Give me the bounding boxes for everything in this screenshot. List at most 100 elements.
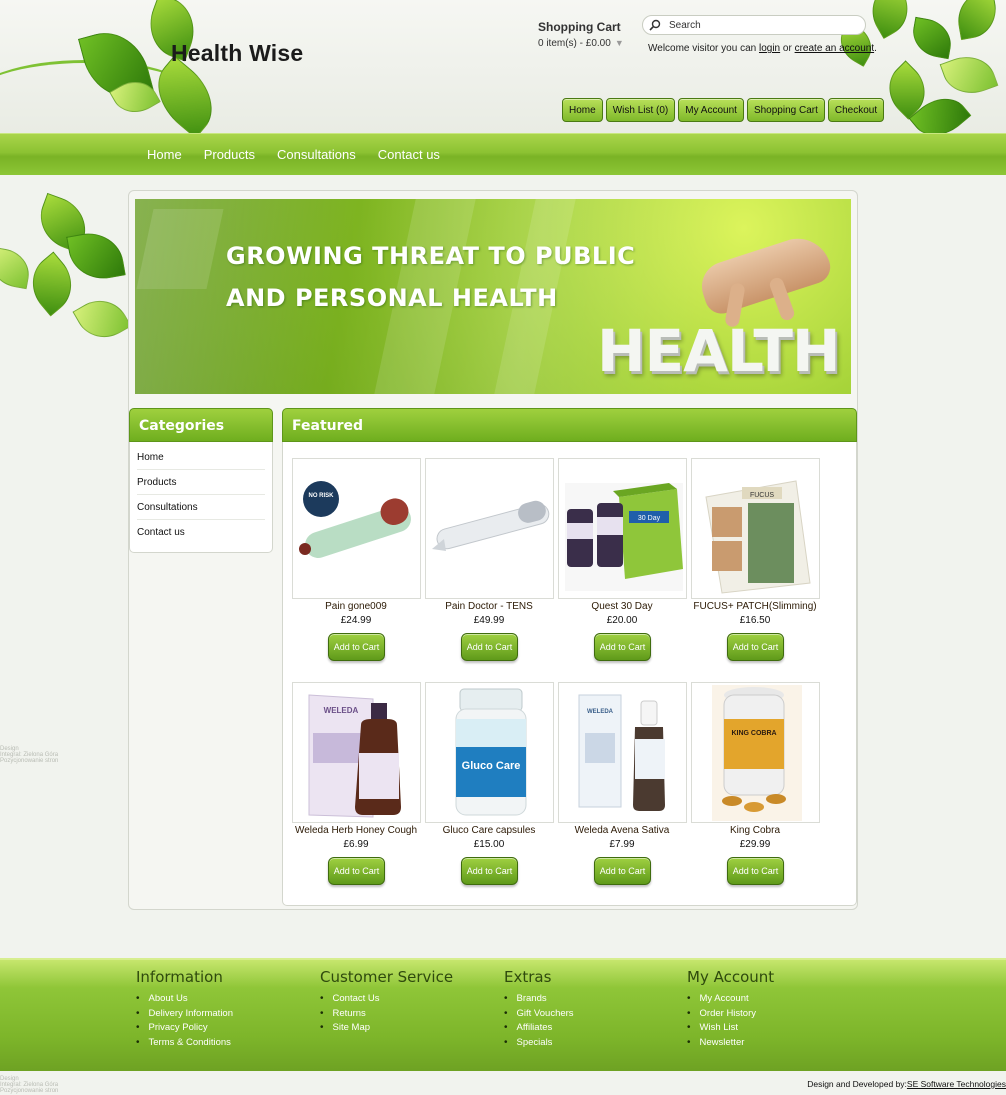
footer-link-delivery-information[interactable]: Delivery Information xyxy=(136,1007,233,1022)
product-image-text: WELEDA xyxy=(324,706,359,715)
login-link[interactable]: login xyxy=(759,43,780,54)
footer-link-site-map[interactable]: Site Map xyxy=(320,1021,453,1036)
logo[interactable]: Health Wise xyxy=(171,40,303,67)
nav-item-products[interactable]: Products xyxy=(204,147,255,162)
footer-link-newsletter[interactable]: Newsletter xyxy=(687,1036,774,1051)
product-price: £6.99 xyxy=(343,839,369,850)
product-name[interactable]: Weleda Herb Honey Cough xyxy=(289,825,423,836)
design-note-line: Pozycjonowanie stron xyxy=(0,758,59,764)
product-image-text: KING COBRA xyxy=(731,730,776,737)
footer-link-terms-conditions[interactable]: Terms & Conditions xyxy=(136,1036,233,1051)
site-header: Health Wise Shopping Cart 0 item(s) - £0… xyxy=(0,0,1006,133)
nav-item-contact-us[interactable]: Contact us xyxy=(378,147,440,162)
product-price: £29.99 xyxy=(739,839,771,850)
footer-link-privacy-policy[interactable]: Privacy Policy xyxy=(136,1021,233,1036)
product-image[interactable]: FUCUS xyxy=(691,458,820,599)
add-to-cart-button[interactable]: Add to Cart xyxy=(461,633,518,661)
add-to-cart-button[interactable]: Add to Cart xyxy=(328,633,385,661)
banner-line-1: GROWING THREAT TO PUBLIC xyxy=(226,242,636,270)
product-name[interactable]: Gluco Care capsules xyxy=(422,825,556,836)
create-account-link[interactable]: create an account xyxy=(795,43,875,54)
cart-summary-text: 0 item(s) - £0.00 xyxy=(538,38,611,49)
footer-link-specials[interactable]: Specials xyxy=(504,1036,574,1051)
hero-banner[interactable]: GROWING THREAT TO PUBLIC AND PERSONAL HE… xyxy=(135,199,851,394)
category-item-products[interactable]: Products xyxy=(137,470,265,495)
leaf-decoration xyxy=(909,16,955,60)
product-name[interactable]: FUCUS+ PATCH(Slimming) xyxy=(688,601,822,612)
top-link-shopping-cart[interactable]: Shopping Cart xyxy=(746,98,825,122)
footer-link-contact-us[interactable]: Contact Us xyxy=(320,992,453,1007)
leaf-decoration xyxy=(72,289,132,349)
cart-summary[interactable]: 0 item(s) - £0.00 ▼ xyxy=(538,38,624,49)
product-name[interactable]: Weleda Avena Sativa xyxy=(555,825,689,836)
add-to-cart-button[interactable]: Add to Cart xyxy=(461,857,518,885)
banner-headline: GROWING THREAT TO PUBLIC AND PERSONAL HE… xyxy=(226,235,646,319)
footer-column-information: Information About Us Delivery Informatio… xyxy=(136,968,233,1050)
top-link-home[interactable]: Home xyxy=(562,98,603,122)
footer-link-brands[interactable]: Brands xyxy=(504,992,574,1007)
product-image[interactable]: WELEDA xyxy=(292,682,421,823)
category-item-contact-us[interactable]: Contact us xyxy=(137,520,265,545)
footer-heading: Information xyxy=(136,968,223,986)
product-name[interactable]: Pain gone009 xyxy=(289,601,423,612)
product-name[interactable]: King Cobra xyxy=(688,825,822,836)
product-name[interactable]: Quest 30 Day xyxy=(555,601,689,612)
chevron-down-icon: ▼ xyxy=(614,38,624,48)
categories-list: Home Products Consultations Contact us xyxy=(137,445,265,545)
footer-heading: My Account xyxy=(687,968,775,986)
cart-title[interactable]: Shopping Cart xyxy=(538,20,621,34)
design-note-line: Pozycjonowanie stron xyxy=(0,1088,59,1094)
nav-item-consultations[interactable]: Consultations xyxy=(277,147,356,162)
design-note: Design Integral: Zielona Góra Pozycjonow… xyxy=(0,1076,58,1094)
add-to-cart-button[interactable]: Add to Cart xyxy=(594,633,651,661)
footer-link-order-history[interactable]: Order History xyxy=(687,1007,774,1022)
add-to-cart-button[interactable]: Add to Cart xyxy=(727,633,784,661)
add-to-cart-button[interactable]: Add to Cart xyxy=(328,857,385,885)
top-link-checkout[interactable]: Checkout xyxy=(827,98,885,122)
product-price: £15.00 xyxy=(473,839,505,850)
product-name[interactable]: Pain Doctor - TENS xyxy=(422,601,556,612)
product-image-text: 30 Day xyxy=(638,515,661,522)
add-to-cart-button[interactable]: Add to Cart xyxy=(594,857,651,885)
footer-link-about-us[interactable]: About Us xyxy=(136,992,233,1007)
product-image-text: Gluco Care xyxy=(462,760,521,772)
product-image[interactable]: WELEDA xyxy=(558,682,687,823)
design-note: Design Integral: Zielona Góra Pozycjonow… xyxy=(0,746,58,764)
footer-link-my-account[interactable]: My Account xyxy=(687,992,774,1007)
product-image[interactable] xyxy=(425,458,554,599)
top-link-wish-list[interactable]: Wish List (0) xyxy=(605,98,676,122)
product-image[interactable]: NO RISK xyxy=(292,458,421,599)
top-link-my-account[interactable]: My Account xyxy=(678,98,744,122)
search-input[interactable] xyxy=(669,19,849,31)
top-links: Home Wish List (0) My Account Shopping C… xyxy=(562,98,885,122)
footer-link-returns[interactable]: Returns xyxy=(320,1007,453,1022)
footer-column-extras: Extras Brands Gift Vouchers Affiliates S… xyxy=(504,968,574,1050)
banner-health-word: HEALTH xyxy=(597,317,841,385)
footer-link-wish-list[interactable]: Wish List xyxy=(687,1021,774,1036)
welcome-prefix: Welcome visitor you can xyxy=(648,43,757,54)
featured-title: Featured xyxy=(282,408,857,442)
category-item-home[interactable]: Home xyxy=(137,445,265,470)
product-image-text: WELEDA xyxy=(587,709,614,715)
welcome-message: Welcome visitor you can login or create … xyxy=(648,43,877,54)
leaf-decoration xyxy=(953,0,1001,41)
search-icon[interactable] xyxy=(649,19,661,31)
product-image[interactable]: Gluco Care xyxy=(425,682,554,823)
footer-column-my-account: My Account My Account Order History Wish… xyxy=(687,968,774,1050)
product-price: £24.99 xyxy=(340,615,372,626)
site-footer: Information About Us Delivery Informatio… xyxy=(0,958,1006,1071)
footer-link-gift-vouchers[interactable]: Gift Vouchers xyxy=(504,1007,574,1022)
add-to-cart-button[interactable]: Add to Cart xyxy=(727,857,784,885)
credit-prefix: Design and Developed by: xyxy=(807,1079,907,1089)
main-nav: Home Products Consultations Contact us xyxy=(0,133,1006,175)
category-item-consultations[interactable]: Consultations xyxy=(137,495,265,520)
developer-credit: Design and Developed by:SE Software Tech… xyxy=(807,1079,1006,1089)
product-image-text: NO RISK xyxy=(308,493,334,499)
product-image[interactable]: 30 Day xyxy=(558,458,687,599)
developer-link[interactable]: SE Software Technologies xyxy=(907,1079,1006,1089)
welcome-or: or xyxy=(782,43,792,54)
nav-item-home[interactable]: Home xyxy=(147,147,182,162)
leaf-decoration xyxy=(0,246,33,290)
product-image[interactable]: KING COBRA xyxy=(691,682,820,823)
footer-link-affiliates[interactable]: Affiliates xyxy=(504,1021,574,1036)
